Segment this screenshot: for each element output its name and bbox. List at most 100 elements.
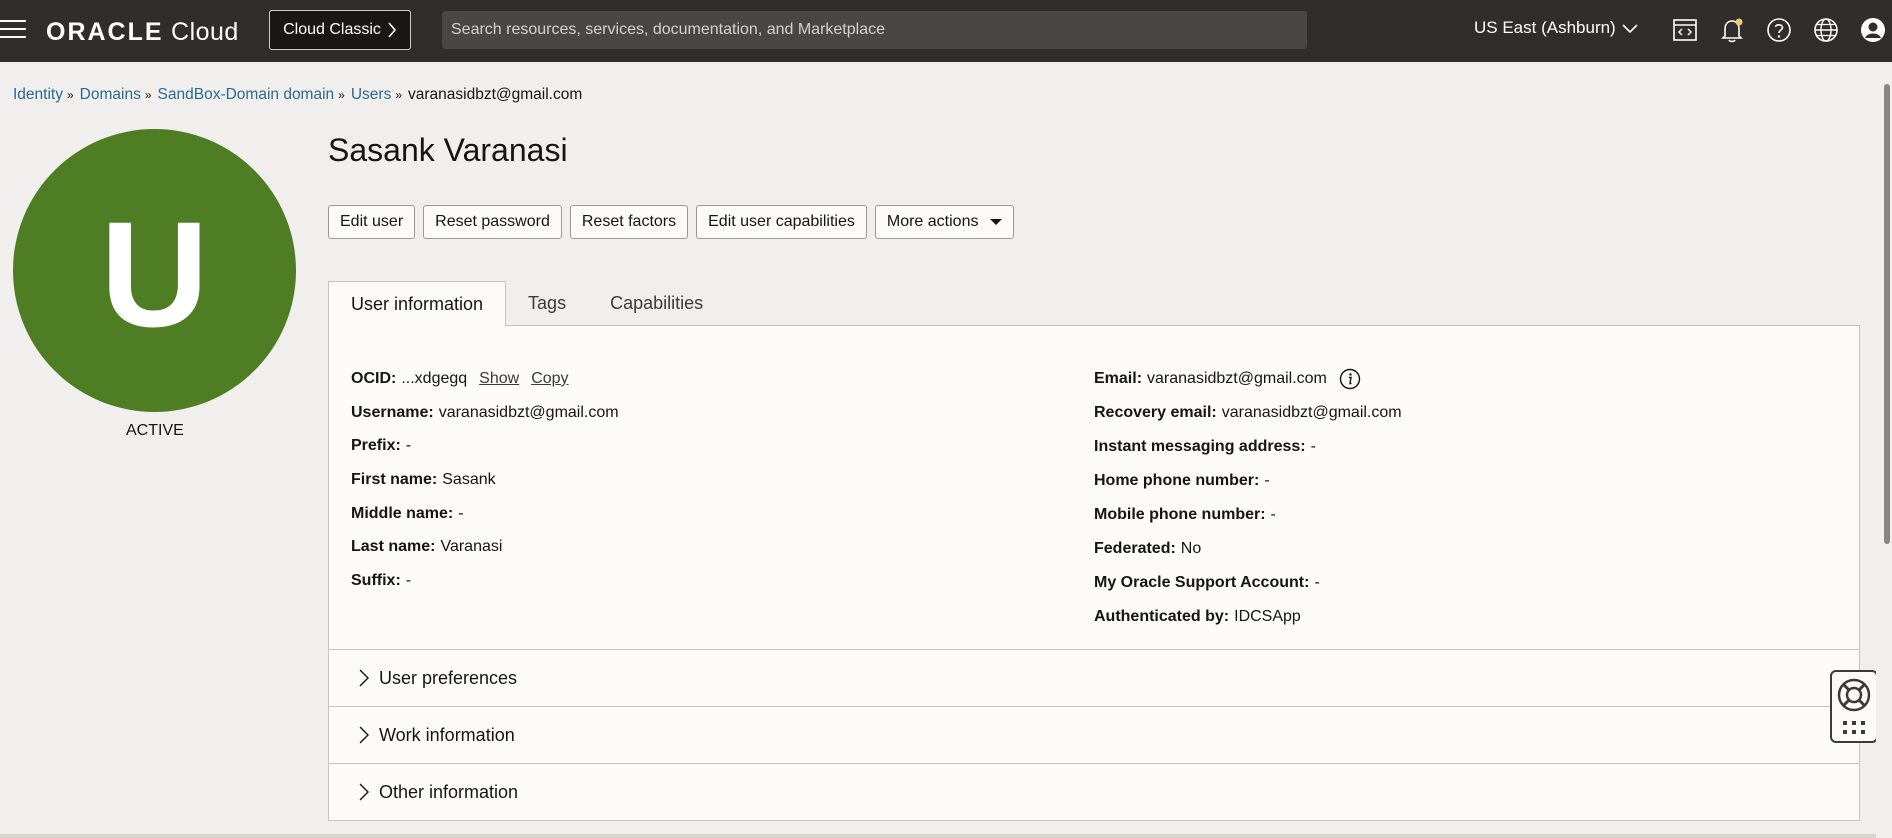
bottom-divider <box>0 834 1876 838</box>
info-label: OCID: <box>351 369 397 387</box>
oracle-cloud-logo[interactable]: ORACLE Cloud <box>46 18 239 47</box>
breadcrumb-separator: » <box>144 88 152 102</box>
tab-user-information[interactable]: User information <box>328 281 507 327</box>
help-widget[interactable] <box>1830 670 1878 743</box>
info-row-suffix: Suffix: - <box>351 564 619 598</box>
accordion-other-information[interactable]: Other information <box>328 764 1860 821</box>
info-label: Email: <box>1094 370 1143 387</box>
help-icon[interactable] <box>1765 16 1793 44</box>
info-row-federated: Federated: No <box>1094 532 1402 566</box>
info-row-ocid: OCID: ...xdgegq Show Copy <box>351 362 619 396</box>
info-label: Home phone number: <box>1094 472 1260 489</box>
action-bar: Edit user Reset password Reset factors E… <box>328 205 1015 239</box>
lifebuoy-icon <box>1837 678 1871 712</box>
chevron-right-icon <box>359 669 369 687</box>
user-profile-icon[interactable] <box>1859 16 1887 44</box>
logo-product: Cloud <box>171 18 239 46</box>
info-value: - <box>458 504 464 522</box>
user-info-left-column: OCID: ...xdgegq Show Copy Username: vara… <box>351 362 619 598</box>
info-value: Sasank <box>442 470 496 488</box>
info-row-home-phone: Home phone number: - <box>1094 464 1402 498</box>
info-label: Suffix: <box>351 571 401 589</box>
info-row-first-name: First name: Sasank <box>351 463 619 497</box>
region-label: US East (Ashburn) <box>1474 18 1616 37</box>
info-value: varanasidbzt@gmail.com <box>1147 370 1327 387</box>
info-label: Username: <box>351 403 434 421</box>
globe-icon[interactable] <box>1812 16 1840 44</box>
user-info-right-column: Email: varanasidbzt@gmail.com Recovery e… <box>1094 362 1402 634</box>
breadcrumb-separator: » <box>338 88 345 102</box>
info-row-username: Username: varanasidbzt@gmail.com <box>351 396 619 430</box>
code-editor-icon[interactable] <box>1671 16 1699 44</box>
ocid-show-link[interactable]: Show <box>479 370 519 388</box>
search-input[interactable] <box>442 11 1307 49</box>
info-row-authenticated-by: Authenticated by: IDCSApp <box>1094 600 1402 634</box>
scrollbar-thumb[interactable] <box>1884 84 1890 544</box>
region-selector[interactable]: US East (Ashburn) <box>1474 18 1638 38</box>
accordion-work-information[interactable]: Work information <box>328 707 1860 764</box>
tab-capabilities[interactable]: Capabilities <box>588 281 725 326</box>
cloud-classic-button[interactable]: Cloud Classic <box>269 10 411 50</box>
edit-user-button[interactable]: Edit user <box>328 205 416 239</box>
info-label: Recovery email: <box>1094 404 1217 421</box>
more-actions-button[interactable]: More actions <box>874 205 1015 239</box>
info-value: - <box>1264 472 1270 489</box>
caret-down-icon <box>990 219 1003 225</box>
info-row-email: Email: varanasidbzt@gmail.com <box>1094 362 1402 396</box>
user-information-panel: OCID: ...xdgegq Show Copy Username: vara… <box>328 325 1860 650</box>
info-value: - <box>405 571 412 589</box>
info-label: Federated: <box>1094 540 1176 557</box>
info-label: Mobile phone number: <box>1094 506 1266 523</box>
info-value: Varanasi <box>440 538 503 556</box>
info-row-mobile-phone: Mobile phone number: - <box>1094 498 1402 532</box>
hamburger-menu-icon[interactable] <box>0 20 26 42</box>
reset-password-button[interactable]: Reset password <box>423 205 562 239</box>
cloud-classic-label: Cloud Classic <box>283 21 381 38</box>
info-value: varanasidbzt@gmail.com <box>1221 404 1402 421</box>
breadcrumb-separator: » <box>66 88 74 102</box>
info-label: Middle name: <box>351 504 454 522</box>
reset-factors-button[interactable]: Reset factors <box>569 205 689 239</box>
info-row-recovery-email: Recovery email: varanasidbzt@gmail.com <box>1094 396 1402 430</box>
avatar-letter: U <box>100 189 209 358</box>
info-value: IDCSApp <box>1234 608 1301 625</box>
chevron-down-icon <box>1622 24 1638 33</box>
breadcrumb-separator: » <box>395 88 403 102</box>
info-row-support-account: My Oracle Support Account: - <box>1094 566 1402 600</box>
info-label: Instant messaging address: <box>1094 438 1306 455</box>
breadcrumb-identity[interactable]: Identity <box>13 86 63 104</box>
chevron-right-icon <box>359 726 369 744</box>
accordion-label: User preferences <box>379 667 518 688</box>
info-label: Authenticated by: <box>1094 608 1230 625</box>
accordion-user-preferences[interactable]: User preferences <box>328 650 1860 707</box>
status-label: ACTIVE <box>126 422 184 439</box>
info-value: - <box>405 437 412 455</box>
info-row-last-name: Last name: Varanasi <box>351 530 619 564</box>
bell-icon[interactable] <box>1718 16 1746 44</box>
info-value: - <box>1314 574 1320 591</box>
breadcrumb: Identity » Domains » SandBox-Domain doma… <box>13 86 582 104</box>
accordion-label: Other information <box>379 781 519 802</box>
breadcrumb-current: varanasidbzt@gmail.com <box>408 86 583 103</box>
accordion-label: Work information <box>379 724 515 745</box>
top-navigation-bar: ORACLE Cloud Cloud Classic US East (Ashb… <box>0 0 1892 62</box>
info-value: varanasidbzt@gmail.com <box>438 403 619 421</box>
chevron-right-icon <box>388 22 396 38</box>
tab-tags[interactable]: Tags <box>506 281 588 326</box>
info-label: My Oracle Support Account: <box>1094 574 1310 591</box>
info-row-im-address: Instant messaging address: - <box>1094 430 1402 464</box>
breadcrumb-domains[interactable]: Domains <box>80 86 141 104</box>
ocid-copy-link[interactable]: Copy <box>531 370 568 388</box>
page-title: Sasank Varanasi <box>328 132 568 168</box>
info-icon[interactable] <box>1339 368 1361 390</box>
info-value: - <box>1270 506 1276 523</box>
breadcrumb-users[interactable]: Users <box>351 86 391 104</box>
grid-dots-icon <box>1843 721 1865 734</box>
info-value: No <box>1180 540 1202 557</box>
edit-user-capabilities-button[interactable]: Edit user capabilities <box>696 205 867 239</box>
breadcrumb-domain[interactable]: SandBox-Domain domain <box>158 86 335 104</box>
info-row-middle-name: Middle name: - <box>351 497 619 531</box>
logo-brand: ORACLE <box>46 18 164 46</box>
more-actions-label: More actions <box>886 213 979 230</box>
info-row-prefix: Prefix: - <box>351 429 619 463</box>
